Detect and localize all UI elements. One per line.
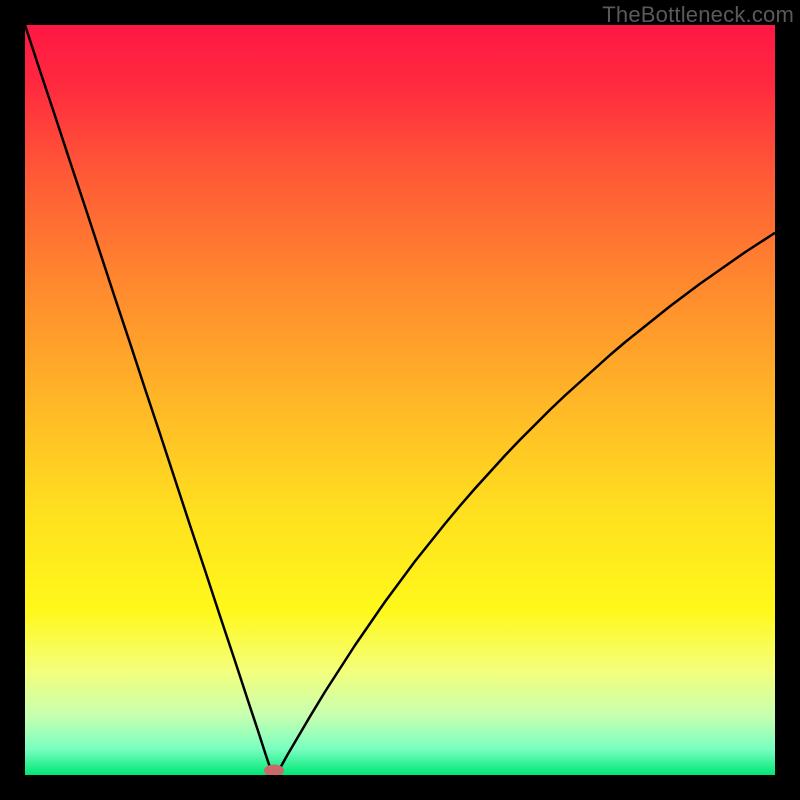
watermark-text: TheBottleneck.com xyxy=(602,2,794,28)
chart-background xyxy=(25,25,775,775)
bottleneck-chart xyxy=(25,25,775,775)
chart-frame xyxy=(25,25,775,775)
